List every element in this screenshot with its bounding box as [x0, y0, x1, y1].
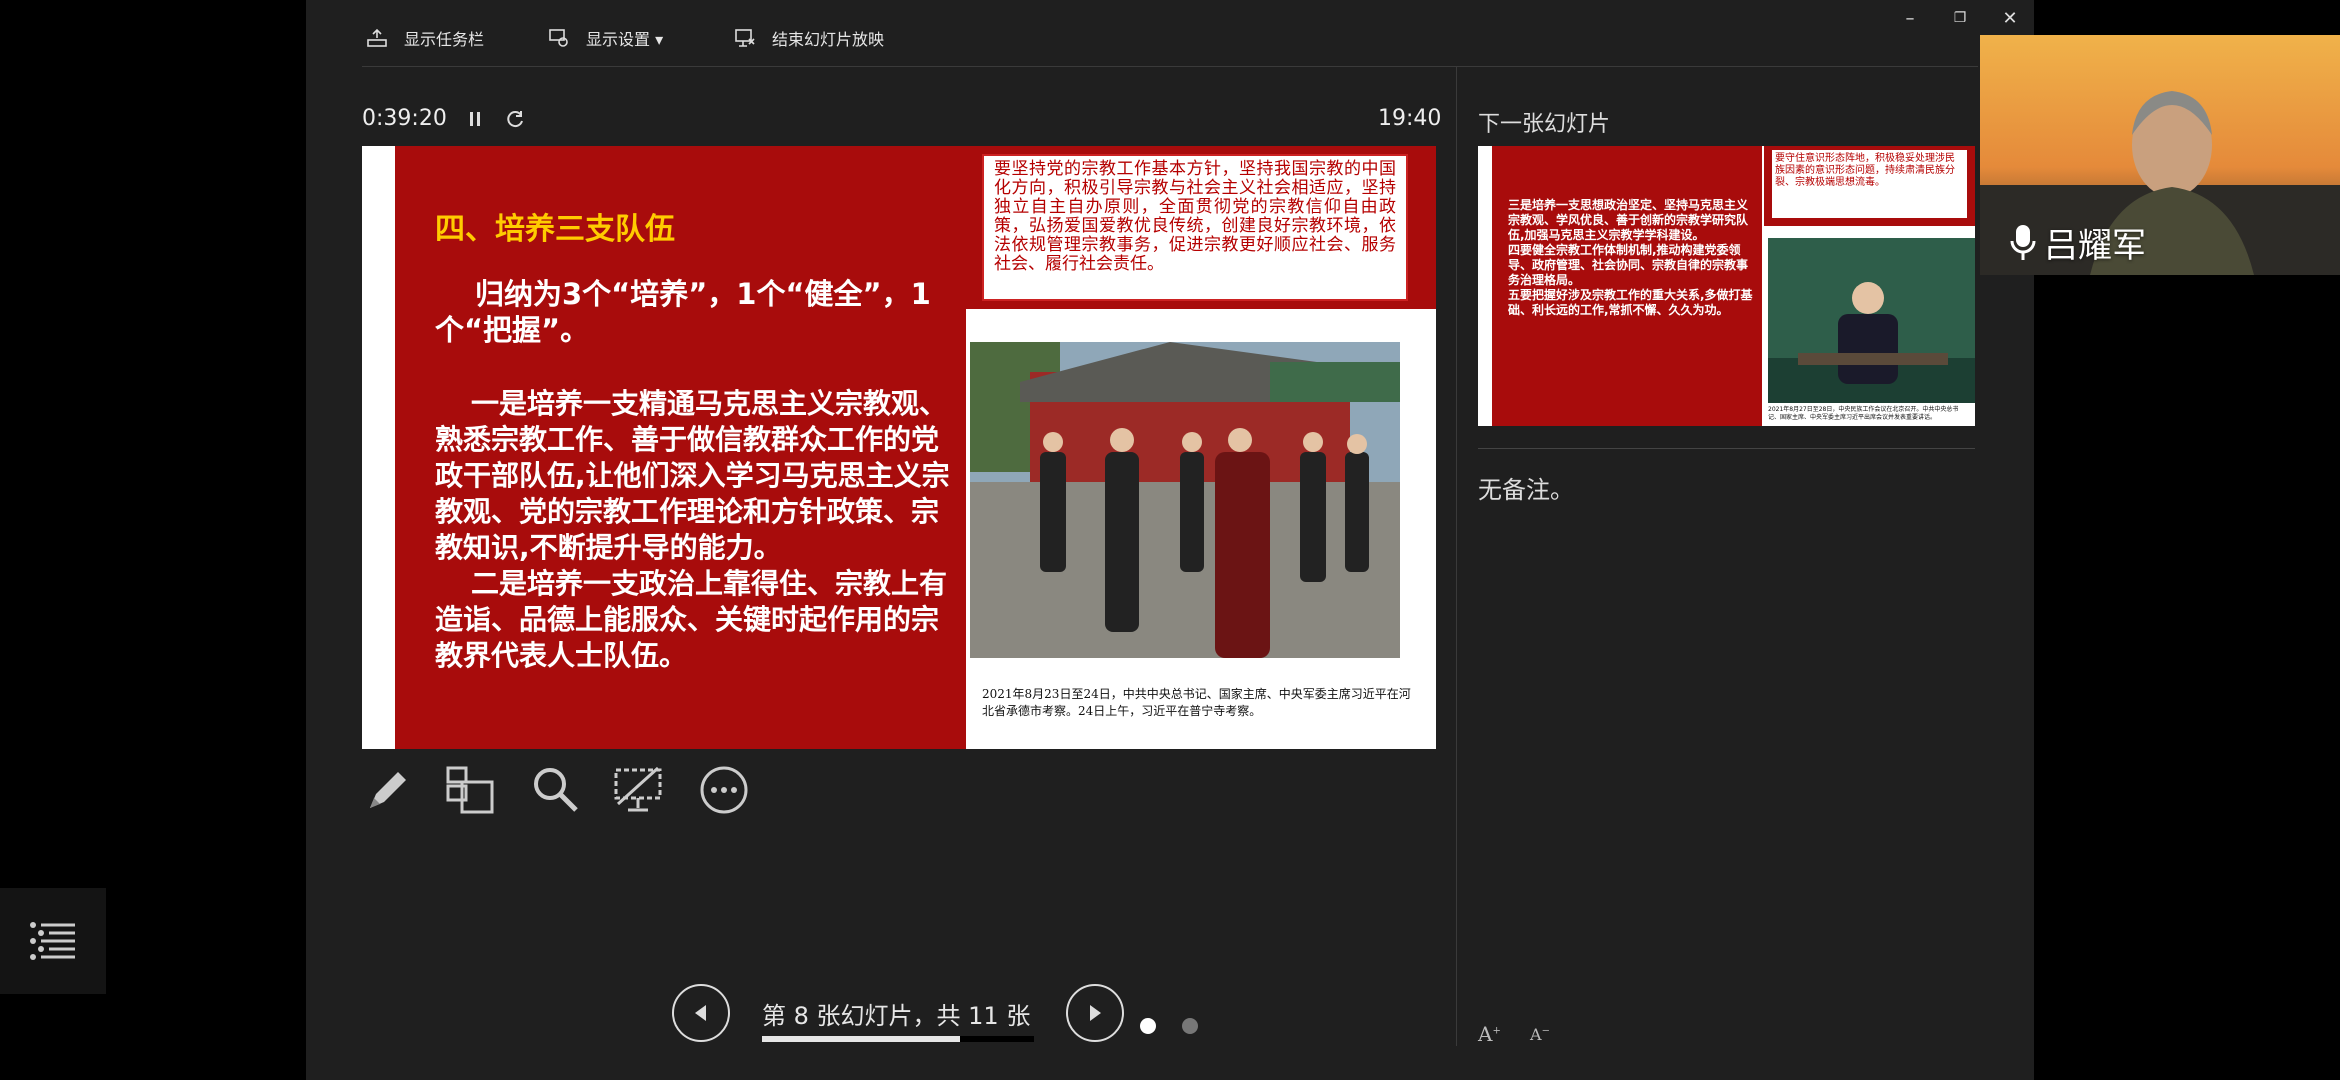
zoom-button[interactable] [530, 764, 582, 816]
next-slide-photo [1768, 238, 1975, 403]
display-settings-label: 显示设置 ▾ [586, 30, 664, 49]
restore-button[interactable]: ❐ [1948, 6, 1972, 30]
pause-icon [470, 112, 480, 126]
slide-paragraph-1: 一是培养一支精通马克思主义宗教观、熟悉宗教工作、善于做信教群众工作的党政干部队伍… [435, 387, 950, 564]
display-settings-button[interactable]: 显示设置 ▾ [548, 24, 663, 52]
next-slide-button[interactable] [1066, 984, 1124, 1042]
page-dot-2[interactable] [1182, 1018, 1198, 1034]
minimize-icon: – [1905, 7, 1915, 29]
next-slide-banner: 要守住意识形态阵地，积极稳妥处理涉民族因素的意识形态问题，持续肃清民族分裂、宗教… [1764, 146, 1975, 226]
slide-photo [970, 342, 1400, 658]
end-slideshow-icon [735, 29, 755, 47]
timer-value: 0:39:20 [362, 106, 447, 131]
next-slide-text: 三是培养一支思想政治坚定、坚持马克思主义宗教观、学风优良、善于创新的宗教学研究队… [1508, 198, 1753, 317]
slide-progress-bar [762, 1036, 1034, 1042]
slide-heading: 四、培养三支队伍 [435, 212, 675, 247]
pen-icon [370, 772, 406, 808]
more-options-icon [700, 766, 748, 814]
next-slide-preview[interactable]: 三是培养一支思想政治坚定、坚持马克思主义宗教观、学风优良、善于创新的宗教学研究队… [1478, 146, 1975, 426]
pen-tool-button[interactable] [362, 764, 414, 816]
more-options-button[interactable] [698, 764, 750, 816]
minimize-button[interactable]: – [1898, 6, 1922, 30]
microphone-icon [2010, 224, 2036, 260]
display-settings-icon [549, 29, 568, 47]
slide-progress-fill [762, 1036, 960, 1042]
next-icon [1090, 1005, 1101, 1021]
slide-body: 一是培养一支精通马克思主义宗教观、熟悉宗教工作、善于做信教群众工作的党政干部队伍… [435, 386, 965, 674]
previous-icon [695, 1005, 706, 1021]
black-screen-icon [614, 766, 662, 812]
speaker-name: 吕耀军 [2044, 226, 2146, 266]
current-slide[interactable]: 四、培养三支队伍 归纳为3个“培养”，1个“健全”，1个“把握”。 一是培养一支… [362, 146, 1436, 749]
slide-text-panel: 四、培养三支队伍 归纳为3个“培养”，1个“健全”，1个“把握”。 一是培养一支… [395, 146, 966, 749]
photo-caption: 2021年8月23日至24日，中共中央总书记、国家主席、中央军委主席习近平在河北… [982, 687, 1411, 718]
speaker-name-tag: 吕耀军 [2010, 218, 2146, 267]
show-taskbar-label: 显示任务栏 [404, 30, 485, 49]
restore-icon: ❐ [1953, 10, 1967, 26]
slide-counter: 第 8 张幻灯片，共 11 张 [762, 1002, 1031, 1030]
elapsed-timer: 0:39:20 [362, 106, 447, 131]
quote-banner: 要坚持党的宗教工作基本方针，坚持我国宗教的中国化方向，积极引导宗教与社会主义社会… [966, 146, 1436, 309]
next-slide-label: 下一张幻灯片 [1478, 112, 1611, 137]
quote-box: 要坚持党的宗教工作基本方针，坚持我国宗教的中国化方向，积极引导宗教与社会主义社会… [982, 154, 1408, 301]
pause-timer-button[interactable] [466, 109, 484, 133]
reset-timer-button[interactable] [506, 109, 526, 133]
next-slide-text-panel: 三是培养一支思想政治坚定、坚持马克思主义宗教观、学风优良、善于创新的宗教学研究队… [1492, 146, 1762, 426]
panel-divider [1456, 66, 1457, 1046]
end-slideshow-button[interactable]: 结束幻灯片放映 [734, 24, 884, 52]
see-all-slides-button[interactable] [444, 764, 496, 816]
next-slide-quote: 要守住意识形态阵地，积极稳妥处理涉民族因素的意识形态问题，持续肃清民族分裂、宗教… [1772, 150, 1967, 218]
page-dot-1[interactable] [1140, 1018, 1156, 1034]
outline-menu-button[interactable] [0, 888, 106, 994]
reset-icon [507, 111, 523, 128]
close-icon: ✕ [2002, 7, 2018, 29]
previous-slide-button[interactable] [672, 984, 730, 1042]
show-taskbar-button[interactable]: 显示任务栏 [366, 24, 484, 52]
slide-summary: 归纳为3个“培养”，1个“健全”，1个“把握”。 [435, 277, 931, 347]
taskbar-icon [367, 28, 387, 47]
increase-font-label: A [1478, 1022, 1493, 1046]
decrease-font-button[interactable]: A− [1530, 1025, 1550, 1044]
increase-font-button[interactable]: A+ [1478, 1022, 1501, 1046]
end-slideshow-label: 结束幻灯片放映 [772, 30, 885, 49]
close-button[interactable]: ✕ [1998, 6, 2022, 30]
outline-menu-icon [30, 922, 75, 960]
speaker-notes: 无备注。 [1478, 476, 1574, 504]
current-time: 19:40 [1378, 106, 1442, 131]
decrease-font-label: A [1530, 1025, 1542, 1044]
slide-paragraph-2: 二是培养一支政治上靠得住、宗教上有造诣、品德上能服众、关键时起作用的宗教界代表人… [435, 567, 948, 672]
see-all-slides-icon [446, 766, 494, 814]
next-slide-caption: 2021年8月27日至28日，中央民族工作会议在北京召开。中共中央总书记、国家主… [1768, 406, 1959, 421]
black-screen-button[interactable] [612, 764, 664, 816]
zoom-icon [534, 768, 578, 812]
toolbar-divider [362, 66, 1978, 67]
notes-divider [1478, 448, 1975, 449]
